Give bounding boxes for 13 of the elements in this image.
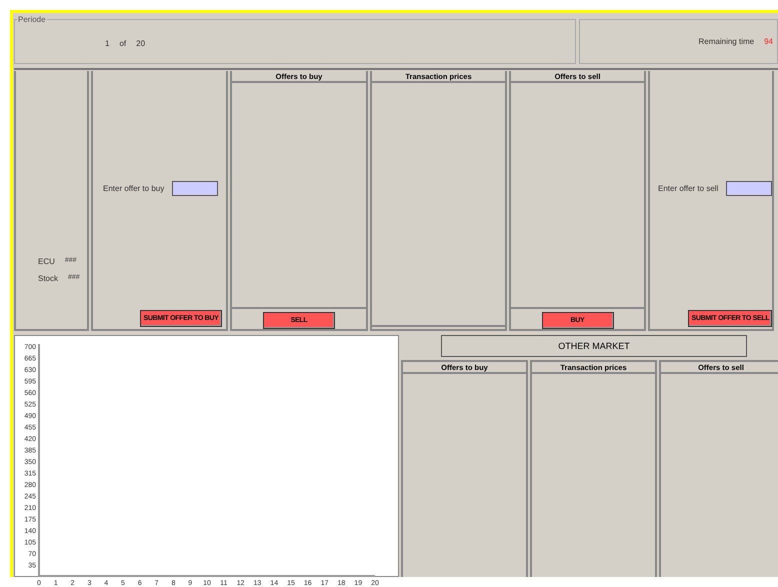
sell-offer-label: Enter offer to sell	[658, 184, 718, 193]
account-label: Stock	[38, 274, 58, 283]
other-market-title: OTHER MARKET	[441, 335, 747, 357]
remaining-label: Remaining time	[698, 37, 754, 46]
remaining-value: 94	[764, 37, 773, 46]
buy-offer-input[interactable]	[172, 181, 218, 196]
period-total: 20	[136, 39, 146, 48]
buy-offer-label: Enter offer to buy	[103, 184, 164, 193]
account-label: ECU	[38, 257, 55, 266]
period-current: 1	[105, 39, 110, 48]
sell-offer-input[interactable]	[726, 181, 772, 196]
period-legend: Periode	[17, 15, 47, 24]
period-separator: of	[119, 39, 126, 48]
